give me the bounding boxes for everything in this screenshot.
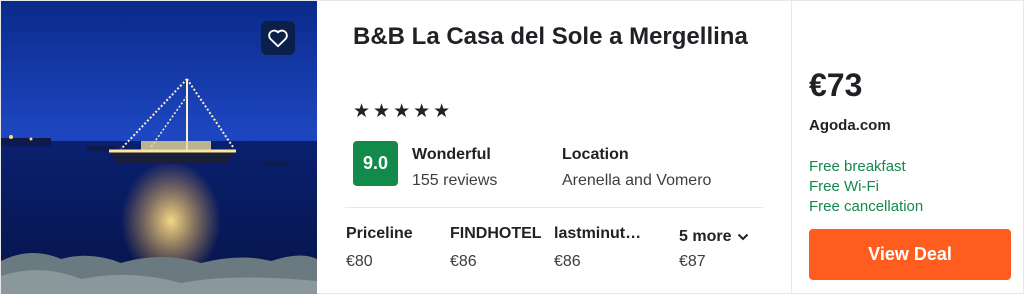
provider-name-lastminute[interactable]: lastminut… <box>554 225 641 243</box>
perk-free-cancellation: Free cancellation <box>809 198 924 215</box>
provider-price-more[interactable]: €87 <box>679 253 706 271</box>
perk-free-wifi: Free Wi-Fi <box>809 178 879 195</box>
save-favorite-button[interactable] <box>261 21 295 55</box>
star-rating: ★★★★★ <box>353 101 454 122</box>
hotel-result-card[interactable]: B&B La Casa del Sole a Mergellina ★★★★★ … <box>0 0 1024 294</box>
review-score-badge: 9.0 <box>353 141 398 186</box>
location-label: Location <box>562 146 629 163</box>
provider-price-priceline[interactable]: €80 <box>346 253 373 271</box>
chevron-down-icon <box>738 233 749 241</box>
heart-icon <box>268 29 288 48</box>
provider-price-findhotel[interactable]: €86 <box>450 253 477 271</box>
deal-provider: Agoda.com <box>809 117 891 134</box>
provider-name-priceline[interactable]: Priceline <box>346 225 413 243</box>
more-providers-button[interactable]: 5 more <box>679 228 749 246</box>
perk-free-breakfast: Free breakfast <box>809 158 906 175</box>
location-value: Arenella and Vomero <box>562 172 712 189</box>
view-deal-button[interactable]: View Deal <box>809 229 1011 280</box>
deal-price[interactable]: €73 <box>809 67 862 104</box>
divider <box>345 207 763 208</box>
rating-label: Wonderful <box>412 146 491 163</box>
provider-name-findhotel[interactable]: FINDHOTEL <box>450 225 542 243</box>
more-providers-label: 5 more <box>679 228 732 245</box>
hotel-info: B&B La Casa del Sole a Mergellina ★★★★★ … <box>353 1 773 294</box>
hotel-photo[interactable] <box>1 1 317 294</box>
column-divider <box>791 1 792 294</box>
provider-price-lastminute[interactable]: €86 <box>554 253 581 271</box>
hotel-name[interactable]: B&B La Casa del Sole a Mergellina <box>353 20 753 54</box>
review-count[interactable]: 155 reviews <box>412 172 497 190</box>
